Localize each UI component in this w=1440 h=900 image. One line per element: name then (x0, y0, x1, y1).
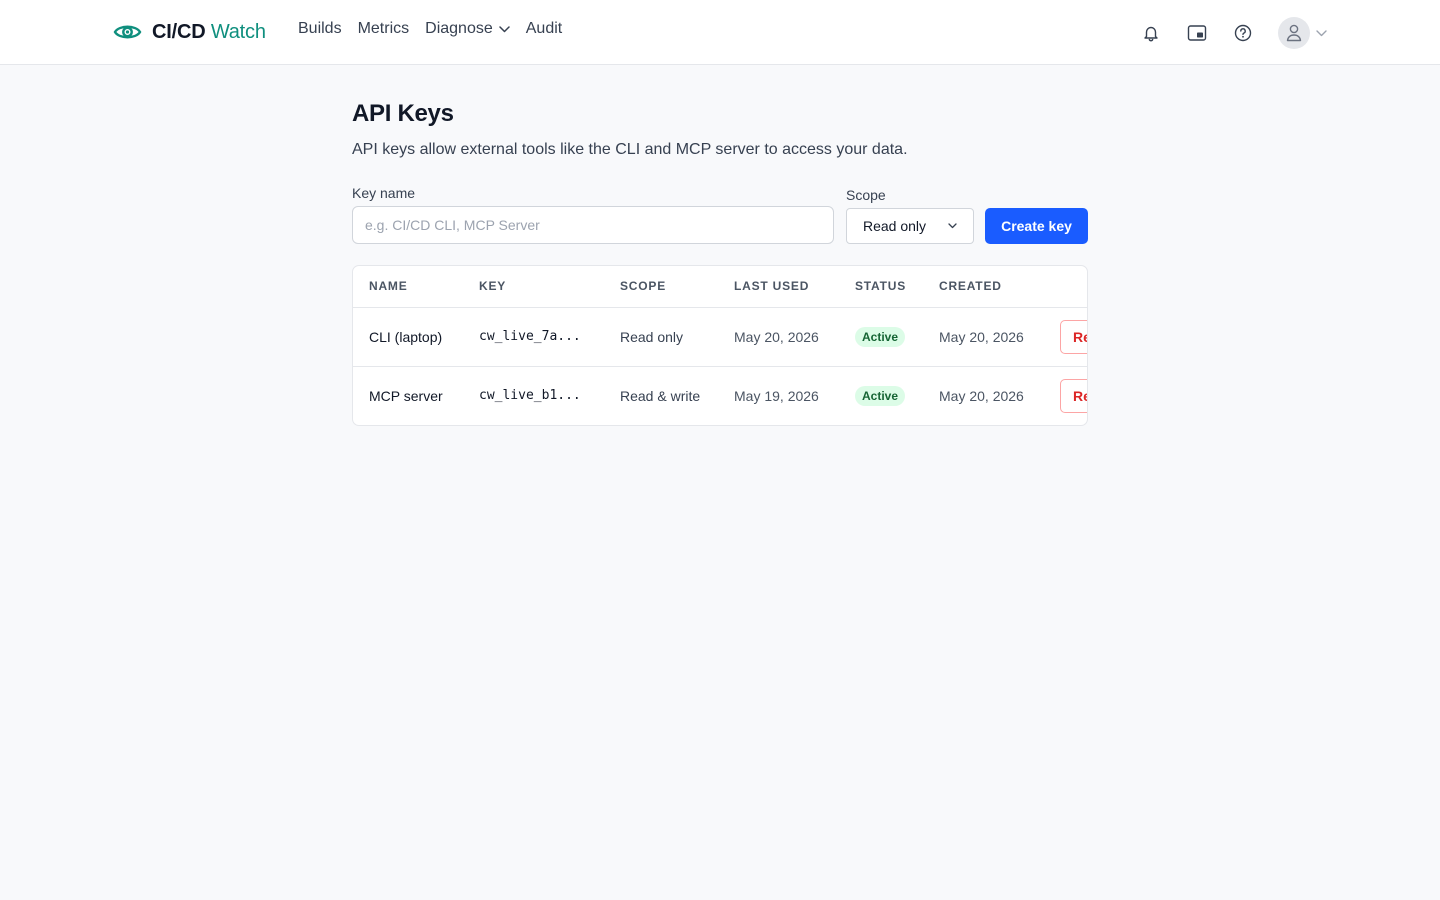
notifications-button[interactable] (1134, 16, 1168, 50)
main-nav: Builds Metrics Diagnose Audit (298, 20, 562, 38)
create-key-button[interactable]: Create key (985, 208, 1088, 244)
status-cell: Active (839, 307, 923, 366)
nav-item-builds[interactable]: Builds (298, 20, 342, 38)
last-used-cell: May 20, 2026 (734, 328, 819, 345)
nav-item-diagnose[interactable]: Diagnose (425, 20, 510, 38)
column-header-status: STATUS (839, 266, 923, 308)
top-navbar: CI/CD Watch Builds Metrics Diagnose Audi… (0, 0, 1440, 65)
scope-cell: Read only (620, 328, 684, 345)
api-keys-table: NAME KEY SCOPE LAST USED STATUS CREATED … (353, 266, 1087, 425)
table-row: CLI (laptop) cw_live_7a... Read only May… (353, 307, 1087, 366)
key-name-cell: MCP server (353, 365, 463, 425)
chevron-down-icon (1316, 29, 1327, 36)
scope-select[interactable]: Read only (846, 208, 974, 244)
picture-in-picture-icon (1187, 25, 1207, 41)
chevron-down-icon (948, 223, 957, 229)
brand-logo[interactable]: CI/CD Watch (113, 18, 266, 46)
key-name-cell: CLI (laptop) (369, 328, 443, 345)
picture-in-picture-button[interactable] (1180, 16, 1214, 50)
api-keys-table-card: NAME KEY SCOPE LAST USED STATUS CREATED … (352, 265, 1088, 426)
key-value-cell: cw_live_b1... (463, 365, 604, 425)
nav-item-audit[interactable]: Audit (526, 20, 562, 38)
user-menu[interactable] (1278, 17, 1327, 49)
eye-icon (113, 25, 142, 39)
scope-select-value: Read only (863, 218, 927, 234)
help-button[interactable] (1226, 16, 1260, 50)
column-header-name: NAME (353, 266, 463, 308)
user-avatar-icon (1286, 24, 1302, 42)
main-content: API Keys API keys allow external tools l… (352, 100, 1088, 426)
table-header-row: NAME KEY SCOPE LAST USED STATUS CREATED (353, 266, 1087, 308)
brand-name: CI/CD Watch (152, 21, 266, 44)
header-actions (1122, 16, 1327, 50)
nav-item-metrics[interactable]: Metrics (358, 20, 410, 38)
create-key-form: Key name Scope Read only Create key (352, 185, 1088, 245)
revoke-button[interactable]: Revoke (1060, 378, 1087, 413)
key-value-cell: cw_live_7a... (479, 329, 581, 344)
brand-name-accent: Watch (210, 20, 266, 43)
page-title: API Keys (352, 100, 454, 127)
key-name-input[interactable] (352, 206, 834, 244)
status-badge: Active (855, 385, 906, 406)
status-badge: Active (855, 326, 906, 347)
column-header-actions (1044, 266, 1087, 308)
nav-item-diagnose-label: Diagnose (425, 20, 493, 37)
actions-cell: Revoke (1044, 307, 1087, 366)
revoke-button[interactable]: Revoke (1060, 319, 1087, 354)
created-cell: May 20, 2026 (923, 365, 1044, 425)
scope-label: Scope (846, 187, 886, 203)
status-cell: Active (839, 365, 923, 425)
column-header-created: CREATED (923, 266, 1044, 308)
table-row: MCP server cw_live_b1... Read & write Ma… (353, 365, 1087, 425)
column-header-last-used: LAST USED (718, 266, 839, 308)
scope-cell: Read & write (604, 365, 718, 425)
brand-name-strong: CI/CD (152, 20, 206, 43)
last-used-cell: May 19, 2026 (718, 365, 839, 425)
help-icon (1234, 24, 1252, 42)
chevron-down-icon (499, 25, 510, 32)
actions-cell: Revoke (1044, 365, 1087, 425)
page-description: API keys allow external tools like the C… (352, 141, 908, 158)
column-header-scope: SCOPE (604, 266, 718, 308)
key-name-label: Key name (352, 185, 416, 201)
created-cell: May 20, 2026 (939, 328, 1024, 345)
bell-icon (1144, 26, 1158, 42)
avatar (1278, 17, 1310, 49)
column-header-key: KEY (463, 266, 604, 308)
